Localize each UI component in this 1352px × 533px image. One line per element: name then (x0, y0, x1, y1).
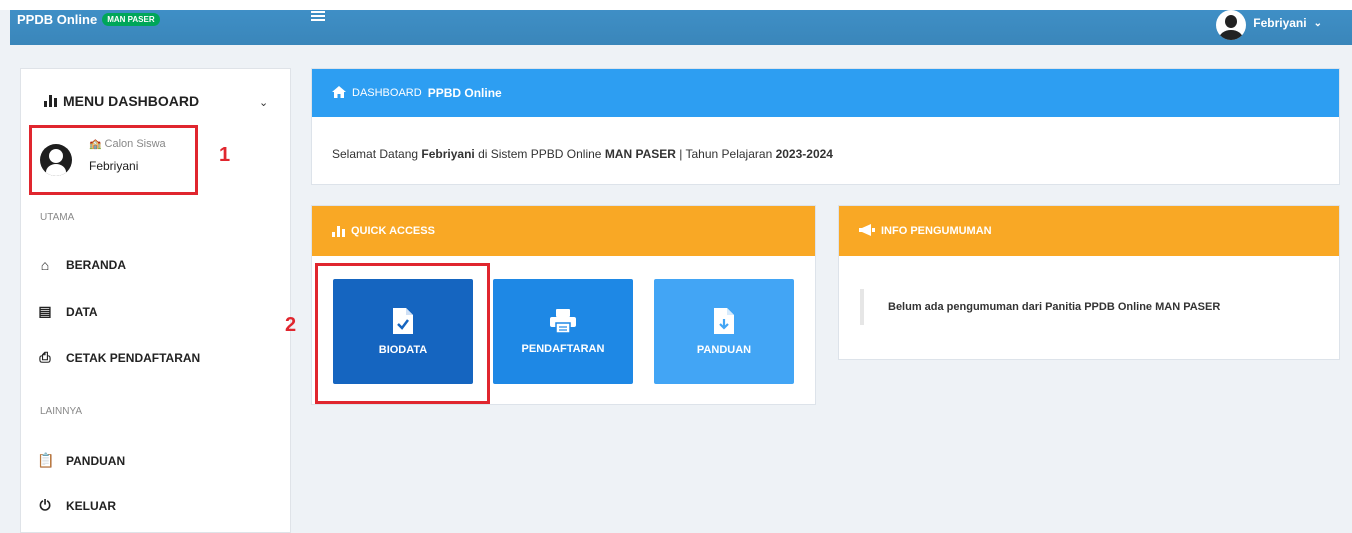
brand-badge: MAN PASER (102, 12, 160, 26)
sidebar-item-beranda[interactable]: ⌂ BERANDA (37, 257, 126, 273)
home-icon (332, 85, 346, 101)
sidebar-item-data[interactable]: ▤ DATA (37, 303, 97, 320)
hamburger-menu-icon[interactable] (311, 11, 325, 23)
top-strip (0, 0, 1352, 10)
panduan-button[interactable]: PANDUAN (654, 279, 794, 384)
info-pengumuman-card: INFO PENGUMUMAN Belum ada pengumuman dar… (838, 205, 1340, 360)
biodata-highlight-box (315, 263, 490, 404)
pendaftaran-label: PENDAFTARAN (521, 342, 605, 355)
bar-chart-icon (44, 95, 57, 107)
dashboard-card-header: DASHBOARD PPBD Online (312, 69, 1339, 117)
dashboard-title-bold: PPBD Online (427, 86, 502, 100)
user-menu[interactable]: Febriyani ⌄ (1216, 8, 1322, 40)
annotation-label-2: 2 (285, 314, 297, 336)
list-icon: ▤ (38, 303, 52, 319)
menu-dashboard-header[interactable]: MENU DASHBOARD (44, 93, 199, 109)
profile-highlight-box: 🏫 Calon Siswa Febriyani (29, 125, 198, 195)
annotation-label-1: 1 (219, 144, 231, 166)
top-navbar: PPDB Online MAN PASER Febriyani ⌄ (10, 10, 1352, 45)
chevron-down-icon: ⌄ (1313, 17, 1322, 29)
file-download-icon (714, 307, 734, 334)
sidebar-item-keluar[interactable]: ⏻ KELUAR (37, 497, 116, 514)
section-label-utama: UTAMA (40, 212, 75, 223)
menu-dashboard-title: MENU DASHBOARD (63, 93, 200, 109)
sidebar-item-cetak-pendaftaran[interactable]: ⎙ CETAK PENDAFTARAN (37, 349, 200, 366)
printer-icon (550, 308, 576, 333)
sidebar: MENU DASHBOARD ⌄ 🏫 Calon Siswa Febriyani… (20, 68, 291, 533)
home-icon: ⌂ (40, 257, 50, 273)
power-icon: ⏻ (39, 497, 51, 513)
megaphone-icon (859, 223, 875, 239)
dashboard-card: DASHBOARD PPBD Online Selamat Datang Feb… (311, 68, 1340, 185)
user-avatar (1216, 10, 1247, 40)
dashboard-title-prefix: DASHBOARD (352, 87, 422, 99)
section-label-lainnya: LAINNYA (40, 406, 83, 417)
quick-access-header: QUICK ACCESS (312, 206, 815, 256)
quick-access-title: QUICK ACCESS (351, 225, 435, 237)
pendaftaran-button[interactable]: PENDAFTARAN (493, 279, 633, 384)
brand[interactable]: PPDB Online MAN PASER (17, 8, 160, 30)
profile-role: 🏫 Calon Siswa (89, 138, 166, 150)
school-icon: 🏫 (89, 139, 102, 150)
clipboard-icon: 📋 (37, 452, 55, 468)
panduan-label: PANDUAN (696, 343, 752, 356)
user-name: Febriyani (1253, 16, 1307, 30)
chevron-down-icon[interactable]: ⌄ (259, 96, 268, 109)
welcome-text: Selamat Datang Febriyani di Sistem PPBD … (332, 147, 833, 161)
profile-avatar (40, 144, 72, 176)
info-message: Belum ada pengumuman dari Panitia PPDB O… (860, 289, 1220, 325)
brand-title: PPDB Online (17, 11, 98, 27)
info-pengumuman-header: INFO PENGUMUMAN (839, 206, 1339, 256)
print-icon: ⎙ (39, 349, 51, 365)
bar-chart-icon (332, 225, 345, 237)
profile-name: Febriyani (89, 159, 139, 173)
info-pengumuman-title: INFO PENGUMUMAN (881, 225, 992, 237)
sidebar-item-panduan[interactable]: 📋 PANDUAN (37, 452, 125, 469)
